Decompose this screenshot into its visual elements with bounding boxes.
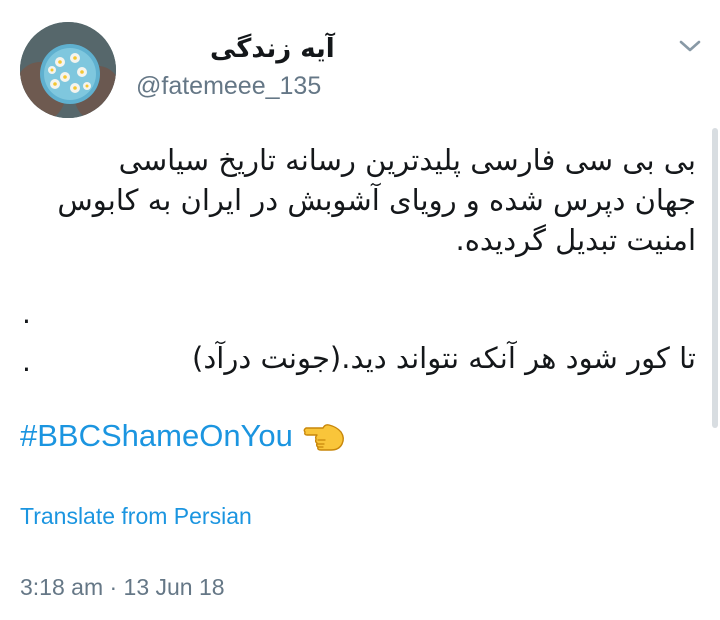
avatar-image xyxy=(20,22,116,118)
user-handle[interactable]: @fatemeee_135 xyxy=(136,72,321,101)
tweet-text-line: جهان دپرس شده و رویای آشوبش در ایران به … xyxy=(57,183,696,217)
display-name[interactable]: آیه زندگی xyxy=(210,34,335,64)
tweet-dots: . . xyxy=(22,290,31,386)
scrollbar[interactable] xyxy=(712,128,718,428)
tweet-quote-line: تا کور شود هر آنکه نتواند دید.(جونت درآد… xyxy=(192,341,696,375)
tweet-text-line: بی بی سی فارسی پلیدترین رسانه تاریخ سیاس… xyxy=(118,143,696,177)
tweet-text: بی بی سی فارسی پلیدترین رسانه تاریخ سیاس… xyxy=(20,140,696,378)
tweet-text-line: امنیت تبدیل گردیده. xyxy=(455,223,696,257)
tweet-timestamp[interactable]: 3:18 am · 13 Jun 18 xyxy=(20,574,225,601)
dot: . xyxy=(22,345,31,378)
avatar[interactable] xyxy=(20,22,116,118)
translate-link[interactable]: Translate from Persian xyxy=(20,503,252,530)
hashtag-link[interactable]: #BBCShameOnYou xyxy=(20,418,293,454)
dot: . xyxy=(22,297,31,330)
chevron-down-icon[interactable] xyxy=(676,36,704,56)
backhand-index-pointing-left-icon xyxy=(303,424,344,451)
hashtag-line: #BBCShameOnYou xyxy=(20,416,347,456)
tweet-card: آیه زندگی @fatemeee_135 بی بی سی فارسی پ… xyxy=(0,0,720,620)
